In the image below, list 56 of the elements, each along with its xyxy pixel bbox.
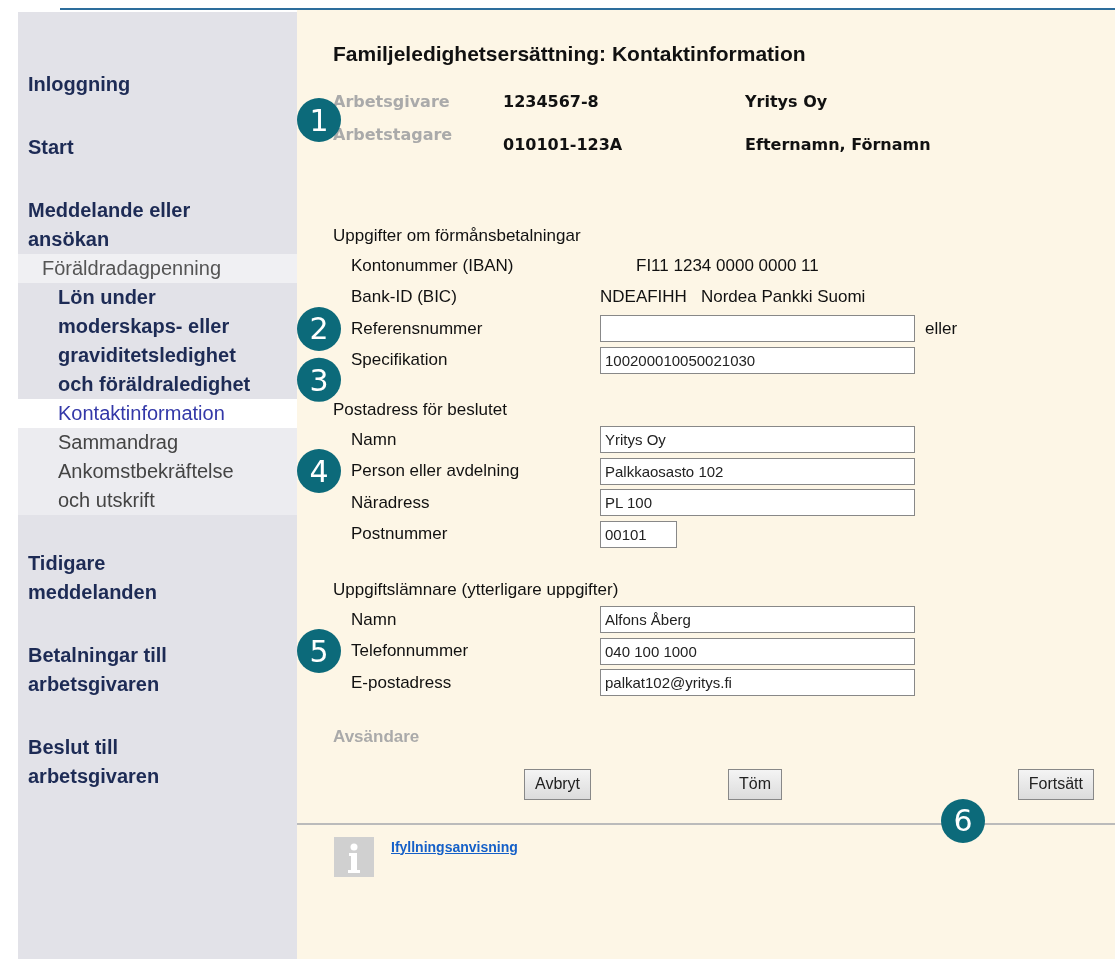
info-icon — [334, 836, 374, 877]
callout-marker: 2 — [297, 306, 341, 351]
help-link[interactable]: Ifyllningsanvisning — [391, 838, 518, 855]
field-label: Namn — [351, 429, 398, 450]
nav-link[interactable]: Lön under moderskaps- eller graviditetsledighet och föräldraledighet — [18, 283, 258, 399]
party-id: 010101-123A — [503, 135, 624, 154]
callout-marker: 4 — [297, 449, 341, 494]
field-label: Specifikation — [351, 350, 449, 371]
callout-marker: 3 — [297, 358, 341, 403]
form-button[interactable]: Avbryt — [524, 768, 592, 800]
input-field[interactable]: palkat102@yritys.fi — [600, 669, 915, 697]
input-field[interactable]: Yritys Oy — [600, 426, 915, 454]
field-label: Postnummer — [351, 524, 449, 545]
form-button[interactable]: Töm — [728, 768, 783, 800]
input-field[interactable]: Palkkaosasto 102 — [600, 457, 915, 485]
section-heading: Uppgifter om förmånsbetalningar — [333, 226, 582, 246]
field-label: E-postadress — [351, 672, 453, 693]
field-label: Bank-ID (BIC) — [351, 287, 458, 308]
section-heading: Postadress för beslutet — [333, 400, 508, 420]
nav-link[interactable]: Beslut till arbetsgivaren — [18, 733, 228, 791]
nav-link[interactable]: Betalningar till arbetsgivaren — [18, 641, 228, 699]
field-label: Näradress — [351, 492, 431, 513]
party-name: Yritys Oy — [745, 92, 828, 111]
input-field[interactable] — [600, 315, 915, 343]
callout-marker: 5 — [297, 629, 341, 674]
input-field[interactable]: 100200010050021030 — [600, 346, 915, 374]
section-heading: Avsändare — [333, 726, 421, 747]
form-button[interactable]: Fortsätt — [1017, 768, 1094, 800]
party-label: Arbetstagare — [333, 125, 454, 144]
nav-link[interactable]: Inloggning — [18, 70, 228, 99]
field-suffix: eller — [925, 318, 958, 339]
party-id: 1234567-8 — [503, 92, 600, 111]
nav-link[interactable]: Kontaktinformation — [18, 399, 297, 428]
section-heading: Uppgiftslämnare (ytterligare uppgifter) — [333, 580, 620, 600]
field-value: NDEAFIHH — [600, 287, 687, 308]
nav-link[interactable]: Föräldradagpenning — [18, 254, 297, 283]
callout-marker: 6 — [941, 798, 985, 843]
party-name: Efternamn, Förnamn — [745, 135, 931, 154]
nav-link[interactable]: Start — [18, 133, 228, 162]
input-field[interactable]: 040 100 1000 — [600, 637, 915, 665]
field-value: Nordea Pankki Suomi — [700, 287, 866, 308]
nav-link[interactable]: Tidigare meddelanden — [18, 549, 228, 607]
field-value: FI11 1234 0000 0000 11 — [635, 255, 819, 276]
nav-link[interactable]: Sammandrag — [18, 428, 297, 457]
field-label: Person eller avdelning — [351, 461, 521, 482]
field-label: Telefonnummer — [351, 641, 470, 662]
field-label: Kontonummer (IBAN) — [351, 255, 515, 276]
field-label: Namn — [351, 609, 398, 630]
nav-link[interactable]: Ankomstbekräftelse och utskrift — [18, 457, 297, 515]
nav-link[interactable]: Meddelande eller ansökan — [18, 196, 228, 254]
input-field[interactable]: 00101 — [600, 520, 677, 548]
field-label: Referensnummer — [351, 318, 484, 339]
input-field[interactable]: Alfons Åberg — [600, 606, 915, 634]
input-field[interactable]: PL 100 — [600, 489, 915, 517]
page-title: Familjeledighetsersättning: Kontaktinformation — [333, 42, 807, 66]
party-label: Arbetsgivare — [333, 92, 451, 111]
